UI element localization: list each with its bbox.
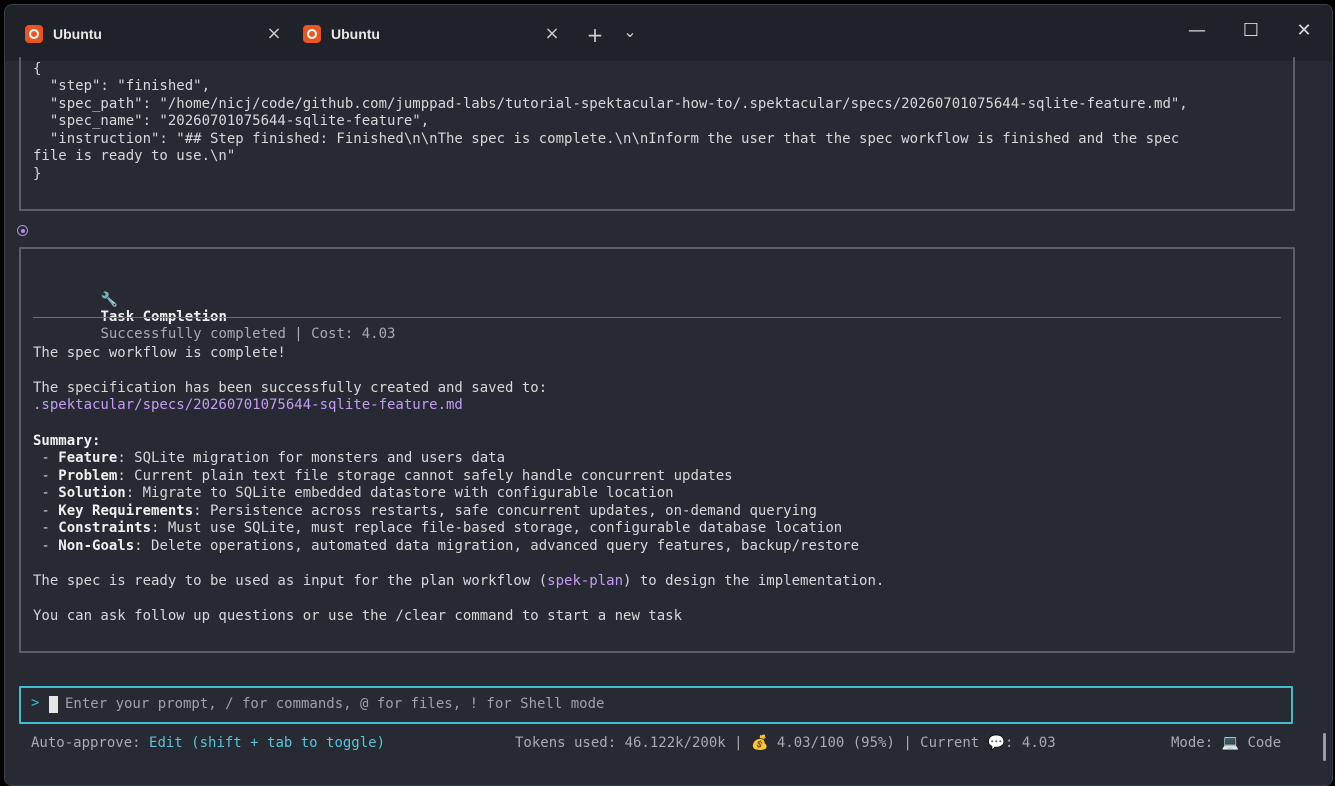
money-bag-icon: 💰	[751, 735, 769, 751]
spinner-icon	[17, 225, 28, 236]
json-line: "spec_path": "/home/nicj/code/github.com…	[33, 96, 1188, 112]
ubuntu-logo-icon	[303, 25, 321, 43]
json-line: {	[33, 61, 42, 77]
list-item: - Non-Goals: Delete operations, automate…	[33, 538, 860, 554]
maximize-button[interactable]: ☐	[1233, 17, 1269, 45]
chat-bubble-icon: 💬	[987, 735, 1006, 751]
spek-plan-command: spek-plan	[547, 573, 624, 589]
saved-path-link[interactable]: .spektacular/specs/20260701075644-sqlite…	[33, 397, 463, 414]
ubuntu-logo-icon	[25, 25, 43, 43]
list-item: - Feature: SQLite migration for monsters…	[33, 450, 506, 466]
tab-label: Ubuntu	[53, 26, 102, 42]
tab-ubuntu-1[interactable]: Ubuntu ×	[15, 17, 285, 51]
complete-message: The spec workflow is complete!	[33, 345, 286, 361]
wrench-icon: 🔧	[100, 292, 118, 308]
json-line: "spec_name": "20260701075644-sqlite-feat…	[33, 113, 430, 129]
task-completion-box: 🔧 Task Completion Successfully completed…	[19, 247, 1295, 653]
tab-close-icon[interactable]: ×	[263, 23, 285, 45]
text-cursor	[49, 696, 58, 713]
saved-intro: The specification has been successfully …	[33, 380, 548, 396]
auto-approve-status: Auto-approve: Edit (shift + tab to toggl…	[31, 735, 386, 751]
token-status: Tokens used: 46.122k/200k | 💰 4.03/100 (…	[515, 735, 1056, 751]
prompt-caret: >	[31, 695, 40, 711]
json-line: }	[33, 166, 42, 182]
tab-close-icon[interactable]: ×	[541, 23, 563, 45]
json-line: "instruction": "## Step finished: Finish…	[33, 131, 1180, 147]
tab-ubuntu-2[interactable]: Ubuntu ×	[293, 17, 563, 51]
close-window-button[interactable]: ✕	[1286, 17, 1322, 45]
minimize-button[interactable]: —	[1179, 17, 1215, 45]
prompt-input[interactable]	[65, 693, 1265, 715]
divider	[33, 317, 1281, 318]
terminal-content: { "step": "finished", "spec_path": "/hom…	[5, 57, 1332, 785]
new-tab-button[interactable]: +	[583, 23, 607, 47]
json-line: "step": "finished",	[33, 78, 211, 94]
tab-label: Ubuntu	[331, 26, 380, 42]
auto-approve-toggle[interactable]: Edit (shift + tab to toggle)	[149, 735, 385, 751]
json-line: file is ready to use.\n"	[33, 148, 236, 164]
list-item: - Constraints: Must use SQLite, must rep…	[33, 520, 843, 536]
tab-bar: Ubuntu × Ubuntu × + ⌄ — ☐ ✕	[5, 5, 1332, 61]
completion-status: Successfully completed | Cost: 4.03	[100, 326, 396, 342]
laptop-icon: 💻	[1221, 735, 1240, 751]
followup-message: You can ask follow up questions or use t…	[33, 608, 683, 624]
summary-title: Summary:	[33, 433, 101, 449]
prompt-box[interactable]: >	[19, 686, 1293, 724]
scrollbar[interactable]	[1323, 733, 1326, 761]
ready-message: The spec is ready to be used as input fo…	[33, 573, 885, 589]
list-item: - Solution: Migrate to SQLite embedded d…	[33, 485, 674, 501]
list-item: - Problem: Current plain text file stora…	[33, 468, 733, 484]
list-item: - Key Requirements: Persistence across r…	[33, 503, 817, 519]
json-output-box: { "step": "finished", "spec_path": "/hom…	[19, 57, 1295, 211]
tab-dropdown-icon[interactable]: ⌄	[618, 20, 642, 44]
mode-status: Mode: 💻 Code	[1171, 735, 1282, 751]
terminal-window: Ubuntu × Ubuntu × + ⌄ — ☐ ✕ { "step": "f…	[4, 4, 1333, 786]
